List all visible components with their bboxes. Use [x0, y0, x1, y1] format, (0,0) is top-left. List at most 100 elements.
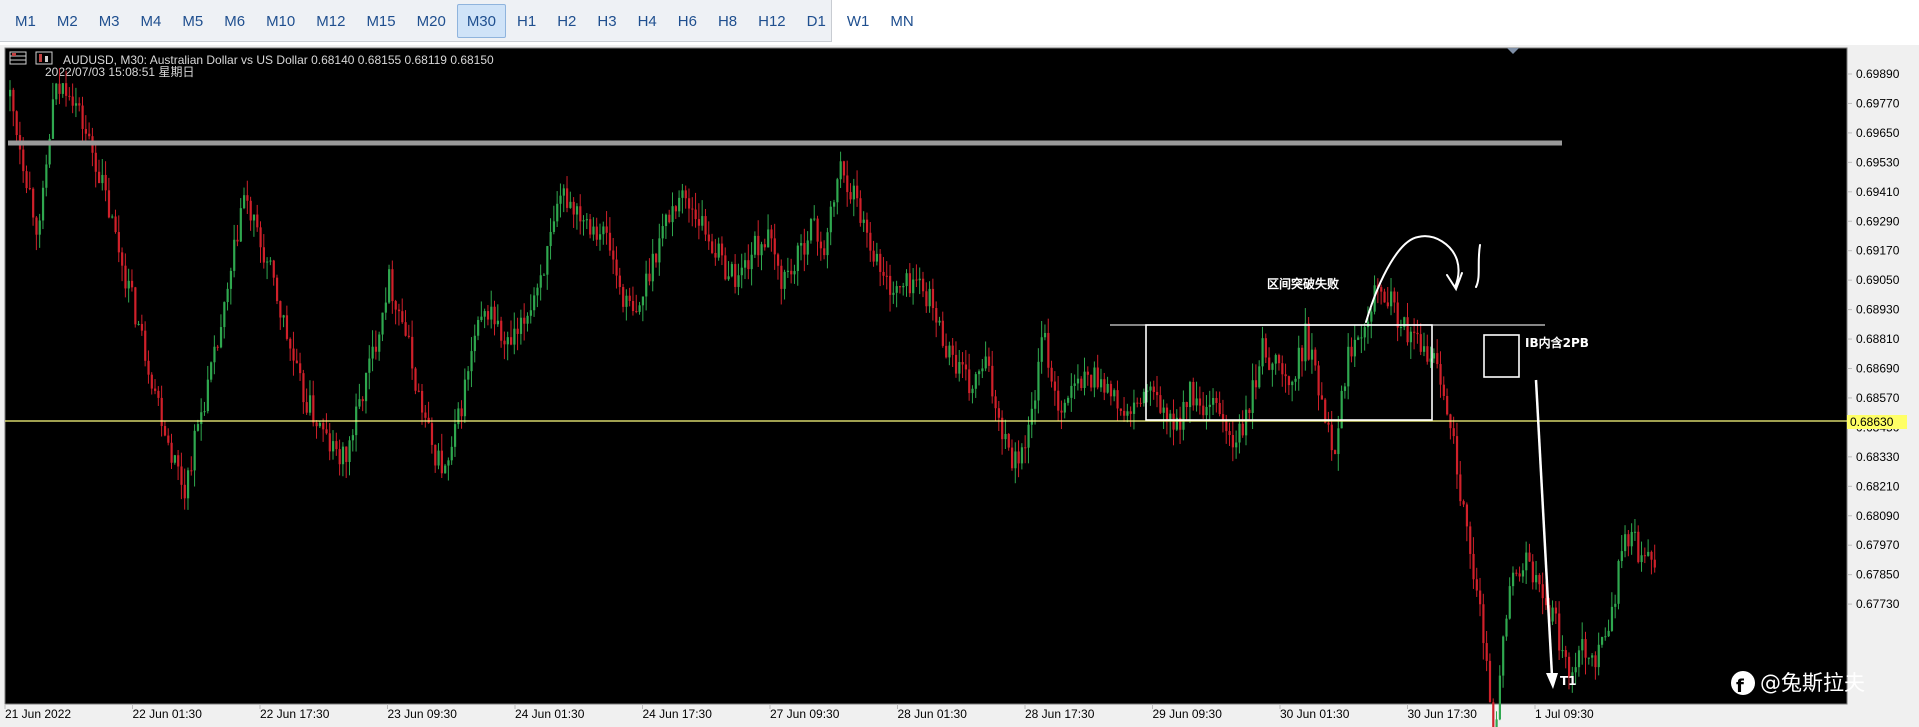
bear-candle	[305, 402, 308, 413]
bear-candle	[615, 259, 618, 276]
chart-window[interactable]: AUDUSD, M30: Australian Dollar vs US Dol…	[0, 45, 1919, 727]
bear-candle	[915, 279, 918, 281]
bull-candle	[806, 240, 809, 255]
timeframe-m5-button[interactable]: M5	[172, 4, 213, 38]
bear-candle	[65, 83, 68, 96]
timeframe-h12-button[interactable]: H12	[748, 4, 796, 38]
bear-candle	[1215, 397, 1218, 403]
bear-candle	[440, 450, 443, 474]
timeframe-m20-button[interactable]: M20	[407, 4, 456, 38]
bear-candle	[879, 253, 882, 272]
timeframe-m4-button[interactable]: M4	[131, 4, 172, 38]
bear-candle	[167, 435, 170, 443]
bull-candle	[1258, 366, 1261, 388]
bear-candle	[1492, 702, 1495, 727]
timeframe-m2-button[interactable]: M2	[47, 4, 88, 38]
timeframe-m10-button[interactable]: M10	[256, 4, 305, 38]
bear-candle	[747, 260, 750, 270]
bull-candle	[206, 379, 209, 412]
bear-candle	[25, 171, 28, 189]
time-axis[interactable]: 21 Jun 2022 22 Jun 01:30 22 Jun 17:30 23 Ju…	[4, 704, 1594, 721]
bear-candle	[954, 354, 958, 374]
bull-candle	[918, 278, 921, 281]
bull-candle	[351, 435, 354, 441]
bull-candle	[9, 89, 12, 97]
bear-candle	[1165, 407, 1169, 422]
bear-candle	[71, 96, 74, 106]
price-axis-label: 0.68810	[1856, 332, 1900, 346]
bull-candle	[744, 260, 747, 268]
bull-candle	[678, 197, 681, 212]
bear-candle	[190, 470, 193, 472]
bull-candle	[437, 450, 440, 466]
target-label: T1	[1560, 674, 1577, 688]
bull-candle	[1357, 337, 1360, 340]
bull-candle	[1502, 636, 1505, 676]
timeframe-m3-button[interactable]: M3	[89, 4, 130, 38]
bear-candle	[1241, 423, 1244, 436]
price-axis[interactable]: 0.69890 0.69770 0.69650 0.69530 0.69410 0.692…	[1847, 67, 1900, 611]
timeframe-h6-button[interactable]: H6	[668, 4, 707, 38]
timeframe-h1-button[interactable]: H1	[507, 4, 546, 38]
bear-candle	[1080, 378, 1083, 388]
bull-candle	[219, 327, 223, 348]
bear-candle	[1643, 555, 1647, 557]
timeframe-h8-button[interactable]: H8	[708, 4, 747, 38]
timeframe-m6-button[interactable]: M6	[214, 4, 255, 38]
timeframe-h2-button[interactable]: H2	[547, 4, 586, 38]
bull-candle	[1409, 331, 1412, 343]
bull-candle	[1235, 442, 1238, 448]
timeframe-h4-button[interactable]: H4	[628, 4, 667, 38]
bull-candle	[582, 220, 585, 222]
chart-plot-area[interactable]	[4, 47, 1848, 705]
bull-candle	[793, 271, 796, 275]
bear-candle	[1538, 575, 1541, 585]
bear-candle	[460, 408, 463, 417]
time-axis-label: 30 Jun 17:30	[1408, 707, 1478, 721]
bull-candle	[978, 371, 981, 375]
bear-candle	[869, 232, 872, 251]
price-chart[interactable]: AUDUSD, M30: Australian Dollar vs US Dol…	[0, 45, 1919, 727]
bear-candle	[1413, 331, 1416, 333]
bull-candle	[1607, 630, 1610, 637]
bull-candle	[1188, 381, 1192, 408]
bear-candle	[734, 264, 737, 287]
bull-candle	[1142, 391, 1146, 404]
bull-candle	[1014, 451, 1017, 469]
bull-candle	[1212, 397, 1215, 405]
bear-candle	[58, 83, 61, 94]
time-axis-label: 23 Jun 09:30	[388, 707, 458, 721]
timeframe-m15-button[interactable]: M15	[356, 4, 405, 38]
bear-candle	[114, 216, 117, 233]
timeframe-h3-button[interactable]: H3	[587, 4, 626, 38]
bear-candle	[84, 128, 88, 134]
bull-candle	[368, 358, 371, 373]
bear-candle	[170, 442, 173, 463]
bear-candle	[404, 322, 407, 336]
timeframe-d1-button[interactable]: D1	[797, 4, 836, 38]
bear-candle	[486, 311, 490, 320]
timeframe-w1-button[interactable]: W1	[837, 4, 880, 38]
bear-candle	[595, 226, 598, 240]
timeframe-m12-button[interactable]: M12	[306, 4, 355, 38]
bull-candle	[1508, 586, 1511, 619]
price-axis-label: 0.68570	[1856, 391, 1900, 405]
server-timestamp: 2022/07/03 15:08:51 星期日	[45, 65, 194, 79]
bull-candle	[513, 328, 516, 345]
bear-candle	[1090, 374, 1093, 388]
bear-candle	[628, 295, 631, 301]
timeframe-m30-button[interactable]: M30	[456, 3, 506, 38]
bear-candle	[144, 330, 147, 361]
bull-candle	[1297, 347, 1300, 379]
bear-candle	[289, 338, 292, 349]
bull-candle	[101, 174, 104, 184]
timeframe-mn-button[interactable]: MN	[880, 4, 923, 38]
bull-candle	[1106, 383, 1109, 393]
bull-candle	[546, 246, 549, 275]
bull-candle	[371, 346, 374, 359]
price-axis-label: 0.68930	[1856, 303, 1900, 317]
bull-candle	[1551, 607, 1554, 622]
bear-candle	[157, 390, 160, 398]
bear-candle	[994, 396, 997, 409]
timeframe-m1-button[interactable]: M1	[5, 4, 46, 38]
